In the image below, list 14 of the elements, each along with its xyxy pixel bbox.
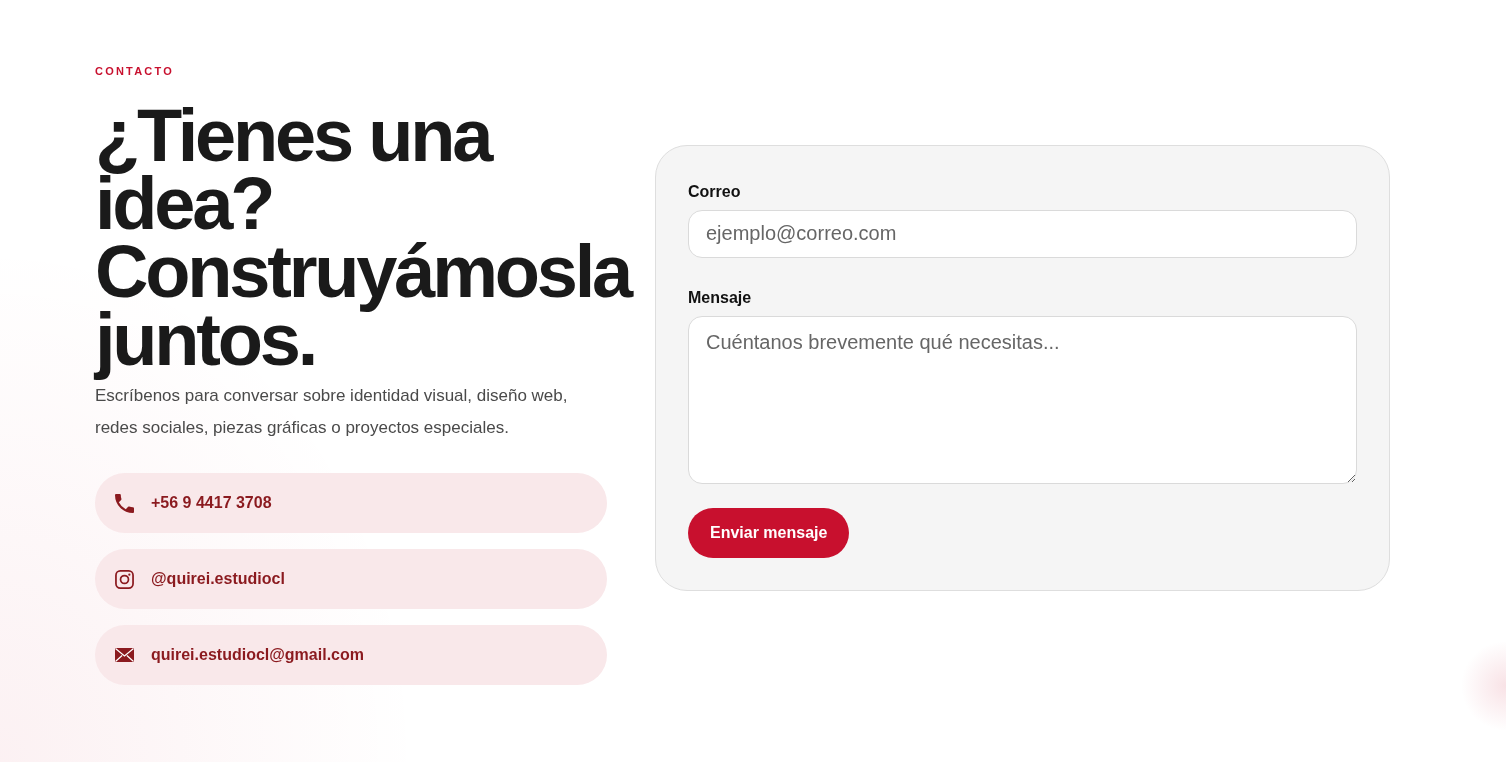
envelope-icon xyxy=(115,648,134,662)
field-label: Mensaje xyxy=(688,287,752,308)
email-field[interactable]: ejemplo@correo.com xyxy=(688,209,1357,258)
intro-paragraph: Escríbenos para conversar sobre identidad visual, diseño web, redes sociales, piezas gráficas o proyectos especiales. xyxy=(95,385,569,439)
phone-link[interactable]: +56 9 4417 3708 xyxy=(95,473,607,533)
field-label: Correo xyxy=(688,181,741,202)
phone-icon xyxy=(115,493,134,513)
instagram-icon xyxy=(115,569,134,589)
instagram-link[interactable]: @quirei.estudiocl xyxy=(95,549,607,609)
section-heading: ¿Tienes una idea? Construyámosla juntos. xyxy=(95,93,632,383)
message-field[interactable]: Cuéntanos brevemente qué necesitas... xyxy=(688,315,1357,484)
email-link[interactable]: quirei.estudiocl@gmail.com xyxy=(95,625,607,685)
send-button[interactable]: Enviar mensaje xyxy=(688,507,850,558)
section-eyebrow: CONTACTO xyxy=(95,64,174,79)
